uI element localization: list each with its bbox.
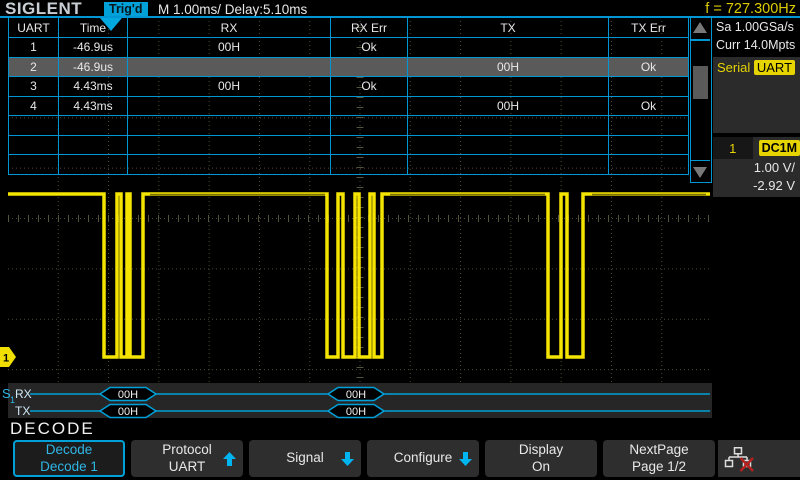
table-row[interactable]: 3 4.43ms 00H Ok (9, 77, 689, 97)
frequency-counter: f = 727.300Hz (705, 1, 796, 17)
scrollbar-thumb[interactable] (693, 66, 708, 99)
decode-event-table: UART Time RX RX Err TX TX Err 1 -46.9us … (8, 17, 689, 175)
cell-rx (128, 96, 331, 116)
menu-button-display[interactable]: Display On (485, 440, 597, 477)
cell-tx: 00H (408, 57, 609, 77)
menu-button-configure[interactable]: Configure (367, 440, 479, 477)
rx-bus-label: RX (15, 387, 32, 401)
channel1-panel[interactable]: 1 DC1M 1.00 V/ -2.92 V (713, 137, 800, 197)
table-row[interactable]: 4 4.43ms 00H Ok (9, 96, 689, 116)
tx-bus-label: TX (15, 404, 30, 418)
up-arrow-icon (223, 452, 236, 466)
cell-index: 2 (9, 57, 59, 77)
cell-txerr (609, 38, 689, 58)
table-scrollbar[interactable] (690, 17, 712, 183)
channel1-coupling-badge: DC1M (759, 140, 800, 156)
scroll-down-icon[interactable] (693, 167, 707, 178)
down-arrow-icon (459, 452, 472, 466)
cell-txerr (609, 77, 689, 97)
cell-rx: 00H (128, 38, 331, 58)
scroll-up-icon[interactable] (693, 22, 707, 33)
cell-rx: 00H (128, 77, 331, 97)
cell-rxerr (331, 96, 408, 116)
cell-txerr: Ok (609, 57, 689, 77)
table-row[interactable]: 1 -46.9us 00H Ok (9, 38, 689, 58)
menu-button-value: Decode 1 (40, 459, 98, 476)
serial-protocol-badge: UART (754, 60, 795, 75)
col-header-uart: UART (9, 18, 59, 38)
cell-tx (408, 38, 609, 58)
channel1-offset: -2.92 V (713, 177, 800, 195)
menu-button-label: NextPage (629, 442, 688, 459)
cell-time: -46.9us (59, 38, 128, 58)
memory-depth-readout: Curr 14.0Mpts (716, 38, 795, 52)
serial-decode-panel[interactable]: Serial UART (713, 57, 800, 133)
menu-button-label: Protocol (162, 442, 212, 459)
menu-button-nextpage[interactable]: NextPage Page 1/2 (603, 440, 715, 477)
col-header-rx: RX (128, 18, 331, 38)
tx-frame-value: 00H (346, 406, 366, 418)
table-row-selected[interactable]: 2 -46.9us 00H Ok (9, 57, 689, 77)
tx-frame-value: 00H (118, 406, 138, 418)
menu-button-protocol[interactable]: Protocol UART (131, 440, 243, 477)
cell-rx (128, 57, 331, 77)
cell-index: 3 (9, 77, 59, 97)
serial-label: Serial (717, 60, 750, 75)
cell-rxerr: Ok (331, 77, 408, 97)
menu-button-label: Configure (394, 450, 453, 467)
channel1-scale: 1.00 V/ (713, 159, 800, 177)
cell-rxerr: Ok (331, 38, 408, 58)
menu-button-value: UART (169, 459, 206, 476)
trigger-position-marker[interactable] (100, 18, 122, 31)
cell-index: 1 (9, 38, 59, 58)
table-row-empty (9, 155, 689, 175)
trigger-status-badge[interactable]: Trig'd (104, 2, 148, 17)
cell-time: 4.43ms (59, 77, 128, 97)
menu-button-decode[interactable]: Decode Decode 1 (13, 440, 125, 477)
cell-txerr: Ok (609, 96, 689, 116)
scrollbar-divider (691, 160, 710, 162)
table-row-empty (9, 116, 689, 136)
cell-rxerr (331, 57, 408, 77)
down-arrow-icon (341, 452, 354, 466)
col-header-tx: TX (408, 18, 609, 38)
scrollbar-divider (691, 39, 710, 41)
cell-time: -46.9us (59, 57, 128, 77)
channel1-marker-label: 1 (3, 353, 9, 365)
col-header-txerr: TX Err (609, 18, 689, 38)
cell-tx (408, 77, 609, 97)
table-row-empty (9, 135, 689, 155)
col-header-rxerr: RX Err (331, 18, 408, 38)
menu-button-signal[interactable]: Signal (249, 440, 361, 477)
menu-button-value: On (532, 459, 550, 476)
cell-index: 4 (9, 96, 59, 116)
rx-frame-value: 00H (118, 389, 138, 401)
sample-rate-readout: Sa 1.00GSa/s (716, 20, 794, 34)
lan-disconnected-icon (724, 447, 754, 472)
rx-frame-value: 00H (346, 389, 366, 401)
cell-tx: 00H (408, 96, 609, 116)
timebase-readout[interactable]: M 1.00ms/ Delay:5.10ms (158, 2, 307, 17)
menu-button-label: Signal (286, 450, 324, 467)
menu-button-label: Decode (46, 442, 93, 459)
menu-status-area (718, 440, 800, 477)
channel1-tab[interactable]: 1 (713, 137, 753, 159)
menu-title: DECODE (10, 419, 95, 439)
menu-button-value: Page 1/2 (632, 459, 686, 476)
menu-button-label: Display (519, 442, 563, 459)
cell-time: 4.43ms (59, 96, 128, 116)
